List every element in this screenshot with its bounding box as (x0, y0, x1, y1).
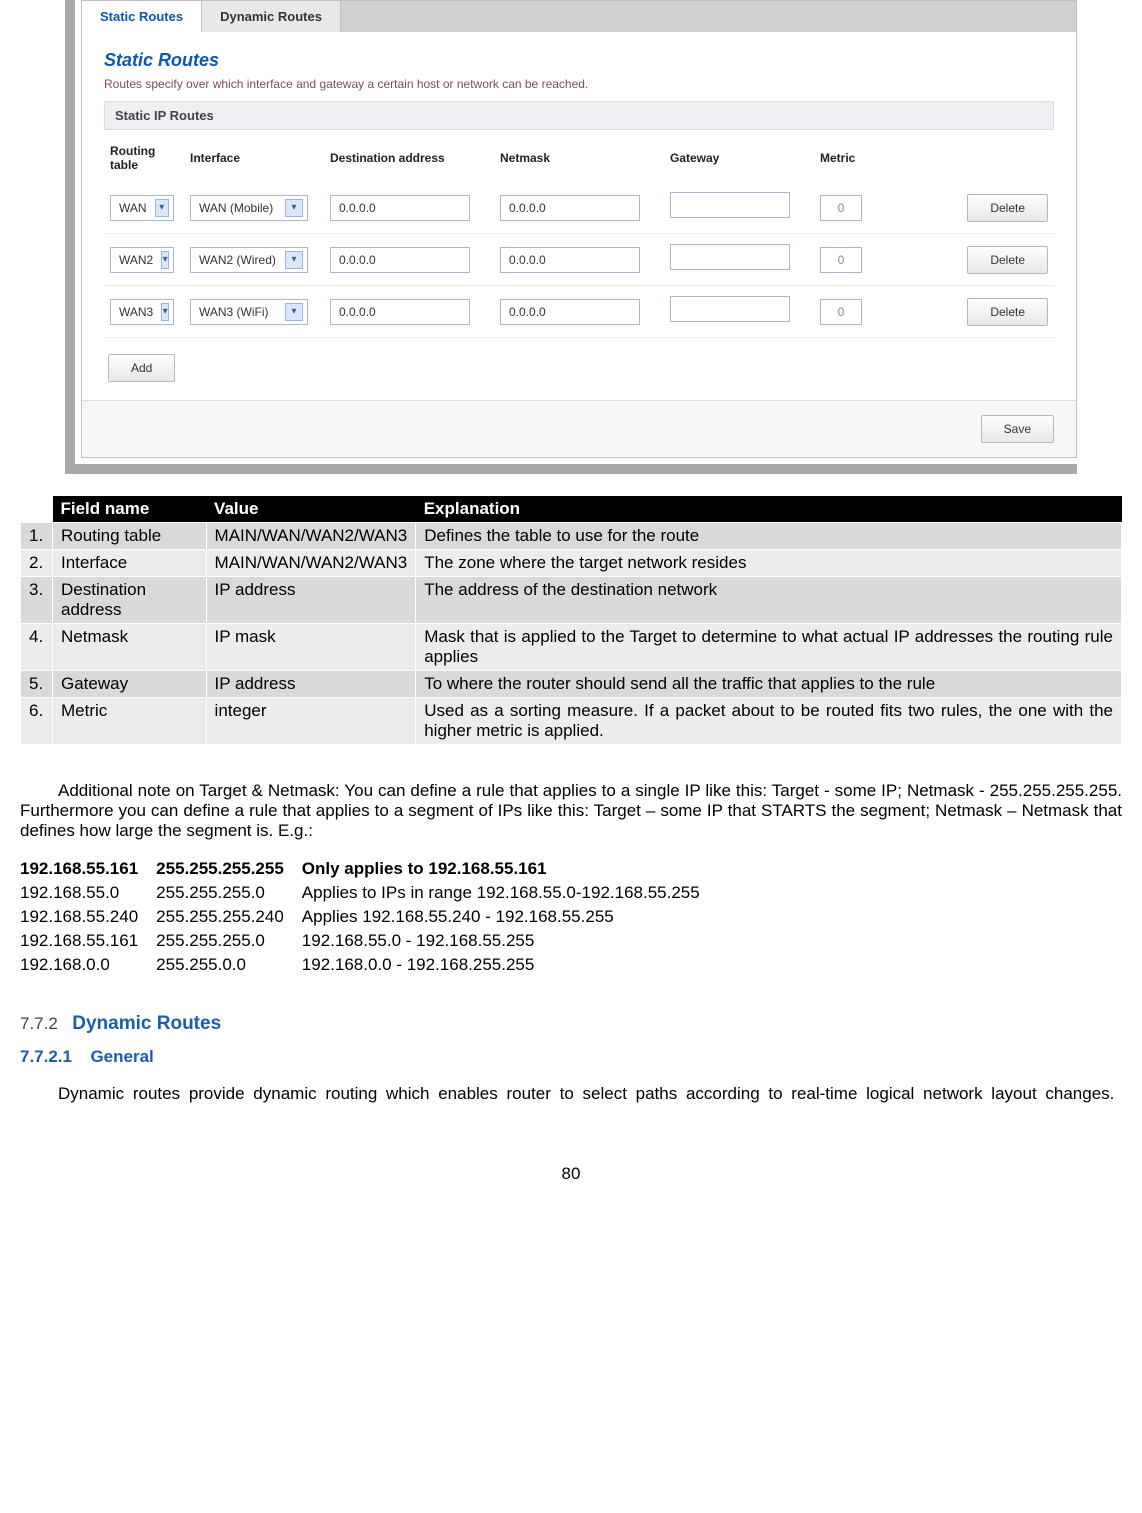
example-desc: 192.168.55.0 - 192.168.55.255 (302, 929, 718, 953)
field-name: Routing table (53, 523, 207, 550)
examples-table: 192.168.55.161255.255.255.255Only applie… (20, 857, 718, 977)
delete-button[interactable]: Delete (967, 246, 1048, 274)
field-value: IP address (206, 577, 416, 624)
head-explanation: Explanation (416, 496, 1122, 523)
destination-input[interactable]: 0.0.0.0 (330, 299, 470, 325)
example-mask: 255.255.255.0 (156, 881, 302, 905)
field-name: Metric (53, 698, 207, 745)
example-mask: 255.255.255.255 (156, 857, 302, 881)
destination-input[interactable]: 0.0.0.0 (330, 247, 470, 273)
tab-bar: Static Routes Dynamic Routes (82, 1, 1076, 32)
panel-title: Static Routes (104, 50, 1054, 71)
field-name: Gateway (53, 671, 207, 698)
gateway-input[interactable] (670, 244, 790, 270)
dynamic-routes-paragraph: Dynamic routes provide dynamic routing w… (20, 1084, 1122, 1104)
note-paragraph: Additional note on Target & Netmask: You… (20, 781, 1122, 841)
row-number: 4. (21, 624, 53, 671)
field-name: Destination address (53, 577, 207, 624)
routing-table-select[interactable]: WAN3▾ (110, 299, 174, 325)
subheading-number: 7.7.2.1 (20, 1047, 72, 1067)
metric-input[interactable]: 0 (820, 299, 862, 325)
netmask-input[interactable]: 0.0.0.0 (500, 299, 640, 325)
col-routing-table: Routing table (104, 136, 184, 182)
col-netmask: Netmask (494, 136, 664, 182)
interface-select[interactable]: WAN2 (Wired)▾ (190, 247, 308, 273)
gateway-input[interactable] (670, 296, 790, 322)
tab-static-routes[interactable]: Static Routes (82, 1, 202, 32)
subheading-general: 7.7.2.1 General (20, 1047, 1122, 1067)
example-ip: 192.168.55.161 (20, 857, 156, 881)
example-desc: Applies 192.168.55.240 - 192.168.55.255 (302, 905, 718, 929)
field-value: MAIN/WAN/WAN2/WAN3 (206, 523, 416, 550)
panel-description: Routes specify over which interface and … (104, 77, 1054, 91)
field-explanation: The address of the destination network (416, 577, 1122, 624)
interface-select[interactable]: WAN3 (WiFi)▾ (190, 299, 308, 325)
routes-table: Routing table Interface Destination addr… (104, 136, 1054, 338)
field-value: IP mask (206, 624, 416, 671)
example-ip: 192.168.55.240 (20, 905, 156, 929)
col-interface: Interface (184, 136, 324, 182)
gateway-input[interactable] (670, 192, 790, 218)
netmask-input[interactable]: 0.0.0.0 (500, 247, 640, 273)
example-mask: 255.255.255.0 (156, 929, 302, 953)
row-number: 3. (21, 577, 53, 624)
head-field-name: Field name (53, 496, 207, 523)
row-number: 1. (21, 523, 53, 550)
chevron-down-icon: ▾ (285, 199, 303, 217)
field-explanation: Defines the table to use for the route (416, 523, 1122, 550)
col-destination: Destination address (324, 136, 494, 182)
head-value: Value (206, 496, 416, 523)
field-explanation-table: Field name Value Explanation 1.Routing t… (20, 496, 1122, 745)
save-button[interactable]: Save (981, 415, 1054, 443)
interface-select[interactable]: WAN (Mobile)▾ (190, 195, 308, 221)
netmask-input[interactable]: 0.0.0.0 (500, 195, 640, 221)
heading-dynamic-routes: 7.7.2 Dynamic Routes (20, 1013, 1122, 1035)
col-gateway: Gateway (664, 136, 814, 182)
row-number: 2. (21, 550, 53, 577)
subheading-title: General (90, 1047, 153, 1066)
example-desc: Applies to IPs in range 192.168.55.0-192… (302, 881, 718, 905)
destination-input[interactable]: 0.0.0.0 (330, 195, 470, 221)
example-ip: 192.168.0.0 (20, 953, 156, 977)
delete-button[interactable]: Delete (967, 194, 1048, 222)
page-number: 80 (20, 1164, 1122, 1184)
field-explanation: The zone where the target network reside… (416, 550, 1122, 577)
example-ip: 192.168.55.161 (20, 929, 156, 953)
example-desc: 192.168.0.0 - 192.168.255.255 (302, 953, 718, 977)
row-number: 6. (21, 698, 53, 745)
routing-table-select[interactable]: WAN▾ (110, 195, 174, 221)
row-number: 5. (21, 671, 53, 698)
col-metric: Metric (814, 136, 902, 182)
add-button[interactable]: Add (108, 354, 175, 382)
routing-table-select[interactable]: WAN2▾ (110, 247, 174, 273)
field-explanation: Used as a sorting measure. If a packet a… (416, 698, 1122, 745)
field-value: MAIN/WAN/WAN2/WAN3 (206, 550, 416, 577)
chevron-down-icon: ▾ (161, 251, 169, 269)
field-value: IP address (206, 671, 416, 698)
field-name: Interface (53, 550, 207, 577)
field-name: Netmask (53, 624, 207, 671)
example-mask: 255.255.255.240 (156, 905, 302, 929)
chevron-down-icon: ▾ (161, 303, 169, 321)
heading-title: Dynamic Routes (72, 1013, 221, 1034)
example-mask: 255.255.0.0 (156, 953, 302, 977)
metric-input[interactable]: 0 (820, 247, 862, 273)
field-explanation: To where the router should send all the … (416, 671, 1122, 698)
field-value: integer (206, 698, 416, 745)
example-ip: 192.168.55.0 (20, 881, 156, 905)
heading-number: 7.7.2 (20, 1014, 58, 1034)
tab-dynamic-routes[interactable]: Dynamic Routes (202, 1, 341, 32)
example-desc: Only applies to 192.168.55.161 (302, 857, 718, 881)
chevron-down-icon: ▾ (285, 251, 303, 269)
field-explanation: Mask that is applied to the Target to de… (416, 624, 1122, 671)
chevron-down-icon: ▾ (155, 199, 169, 217)
metric-input[interactable]: 0 (820, 195, 862, 221)
delete-button[interactable]: Delete (967, 298, 1048, 326)
section-title: Static IP Routes (104, 101, 1054, 130)
chevron-down-icon: ▾ (285, 303, 303, 321)
